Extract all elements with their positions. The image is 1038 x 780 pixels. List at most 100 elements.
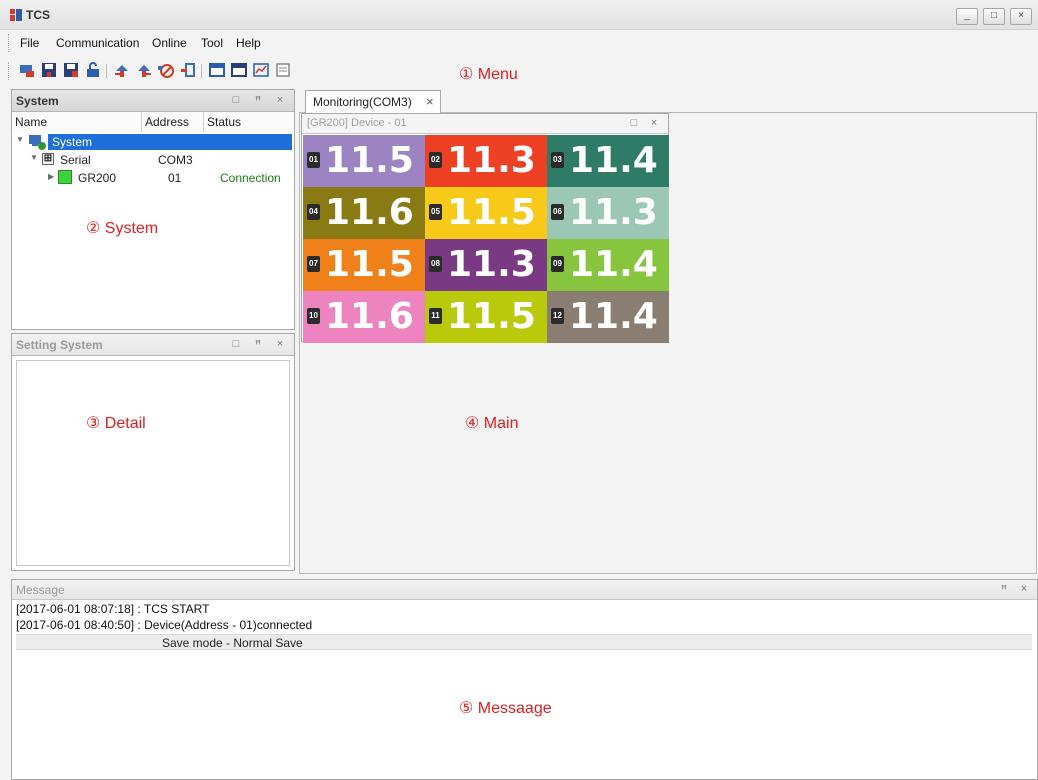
setting-system-panel: Setting System □ ꟸ × [11,333,295,571]
system-icon [28,134,46,150]
toolbar-grip [8,62,10,80]
setting-panel-title: Setting System [16,338,103,352]
menu-file[interactable]: File [20,36,39,50]
menu-online[interactable]: Online [152,36,187,50]
tree-row-serial-address: COM3 [158,153,193,167]
toolbar [0,56,1038,86]
monitor-icon[interactable] [18,61,36,79]
annotation-detail: ③ Detail [86,415,146,432]
connect-icon[interactable] [113,61,131,79]
setting-panel-header: Setting System □ ꟸ × [12,334,294,356]
save-icon[interactable] [40,61,58,79]
collapse-icon[interactable]: ▼ [16,135,24,144]
tile-value: 11.4 [569,244,658,285]
tree-row-system[interactable]: ▼ System [12,134,292,150]
minimize-button[interactable]: _ [956,8,978,25]
value-tile[interactable]: 11 11.5 [425,291,547,343]
tile-channel-number: 11 [429,308,442,324]
value-tile[interactable]: 07 11.5 [303,239,425,291]
menu-communication[interactable]: Communication [56,36,139,50]
tree-row-serial-name: Serial [60,153,91,167]
tile-value: 11.3 [569,192,658,233]
device-add-icon[interactable] [179,61,197,79]
tile-value: 11.5 [447,192,536,233]
value-tile[interactable]: 05 11.5 [425,187,547,239]
maximize-button[interactable]: □ [983,8,1005,25]
tile-value: 11.5 [447,296,536,337]
message-panel: Message ꟸ × [2017-06-01 08:07:18] : TCS … [11,579,1038,780]
close-button[interactable]: × [1010,8,1032,25]
value-tile[interactable]: 08 11.3 [425,239,547,291]
system-panel-header: System □ ꟸ × [12,90,294,112]
value-tile[interactable]: 12 11.4 [547,291,669,343]
expand-icon[interactable]: ▶ [48,172,54,181]
column-name[interactable]: Name [12,112,142,132]
tile-channel-number: 12 [551,308,564,324]
message-line: [2017-06-01 08:07:18] : TCS START [16,602,210,616]
system-panel: System □ ꟸ × Name Address Status ▼ Syste… [11,89,295,330]
tile-value: 11.6 [325,192,414,233]
annotation-system: ② System [86,220,159,237]
pin-icon[interactable]: ꟸ [252,94,264,107]
value-tile[interactable]: 01 11.5 [303,135,425,187]
tile-value: 11.4 [569,140,658,181]
toolbar-separator [201,64,202,78]
float-icon[interactable]: □ [230,338,242,350]
value-tile[interactable]: 09 11.4 [547,239,669,291]
collapse-icon[interactable]: ▼ [30,153,38,162]
disconnect-icon[interactable] [135,61,153,79]
tree-row-gr200[interactable]: ▶ GR200 01 Connection [12,170,288,186]
value-tile[interactable]: 04 11.6 [303,187,425,239]
tile-channel-number: 09 [551,256,564,272]
menu-bar: File Communication Online Tool Help [0,30,1038,56]
tab-monitoring-label: Monitoring(COM3) [313,95,412,109]
device-window: [GR200] Device - 01 □ × 01 11.5 02 11.3 03 11… [301,113,669,343]
pin-icon[interactable]: ꟸ [252,338,264,351]
tile-value: 11.5 [325,140,414,181]
close-icon[interactable]: × [274,338,286,350]
list-icon[interactable] [274,61,292,79]
tab-close-icon[interactable]: × [426,94,434,109]
status-line-row: Save mode - Normal Save [16,634,1032,650]
menu-grip [8,34,10,52]
save-as-icon[interactable] [62,61,80,79]
column-address[interactable]: Address [142,112,204,132]
close-icon[interactable]: × [1018,583,1030,595]
app-logo-icon [10,9,22,21]
value-tile[interactable]: 02 11.3 [425,135,547,187]
value-tile[interactable]: 10 11.6 [303,291,425,343]
float-icon[interactable]: □ [628,117,640,129]
value-tile[interactable]: 03 11.4 [547,135,669,187]
system-panel-title: System [16,94,59,108]
tile-value: 11.6 [325,296,414,337]
tab-monitoring[interactable]: Monitoring(COM3) × [305,90,441,113]
setting-detail-area [16,360,290,566]
tree-row-gr200-address: 01 [168,171,182,185]
window-alt-icon[interactable] [230,61,248,79]
close-icon[interactable]: × [648,117,660,129]
value-tile[interactable]: 06 11.3 [547,187,669,239]
tree-row-serial[interactable]: ▼ ⊞ Serial COM3 [12,152,288,168]
stop-icon[interactable] [157,61,175,79]
float-icon[interactable]: □ [230,94,242,106]
device-status-icon [58,170,72,184]
chart-icon[interactable] [252,61,270,79]
annotation-message: ⑤ Messaage [459,700,552,717]
pin-icon[interactable]: ꟸ [998,583,1010,596]
menu-tool[interactable]: Tool [201,36,223,50]
lock-icon[interactable] [84,61,102,79]
system-column-header: Name Address Status [12,112,294,132]
tile-channel-number: 05 [429,204,442,220]
message-line: [2017-06-01 08:40:50] : Device(Address -… [16,618,313,632]
tile-value: 11.3 [447,244,536,285]
device-window-header: [GR200] Device - 01 □ × [302,114,668,134]
window-icon[interactable] [208,61,226,79]
serial-port-icon: ⊞ [42,153,54,165]
toolbar-separator [106,64,107,78]
menu-help[interactable]: Help [236,36,261,50]
close-icon[interactable]: × [274,94,286,106]
tile-value: 11.5 [325,244,414,285]
tile-channel-number: 06 [551,204,564,220]
message-panel-header: Message ꟸ × [12,580,1037,600]
column-status[interactable]: Status [204,112,294,132]
